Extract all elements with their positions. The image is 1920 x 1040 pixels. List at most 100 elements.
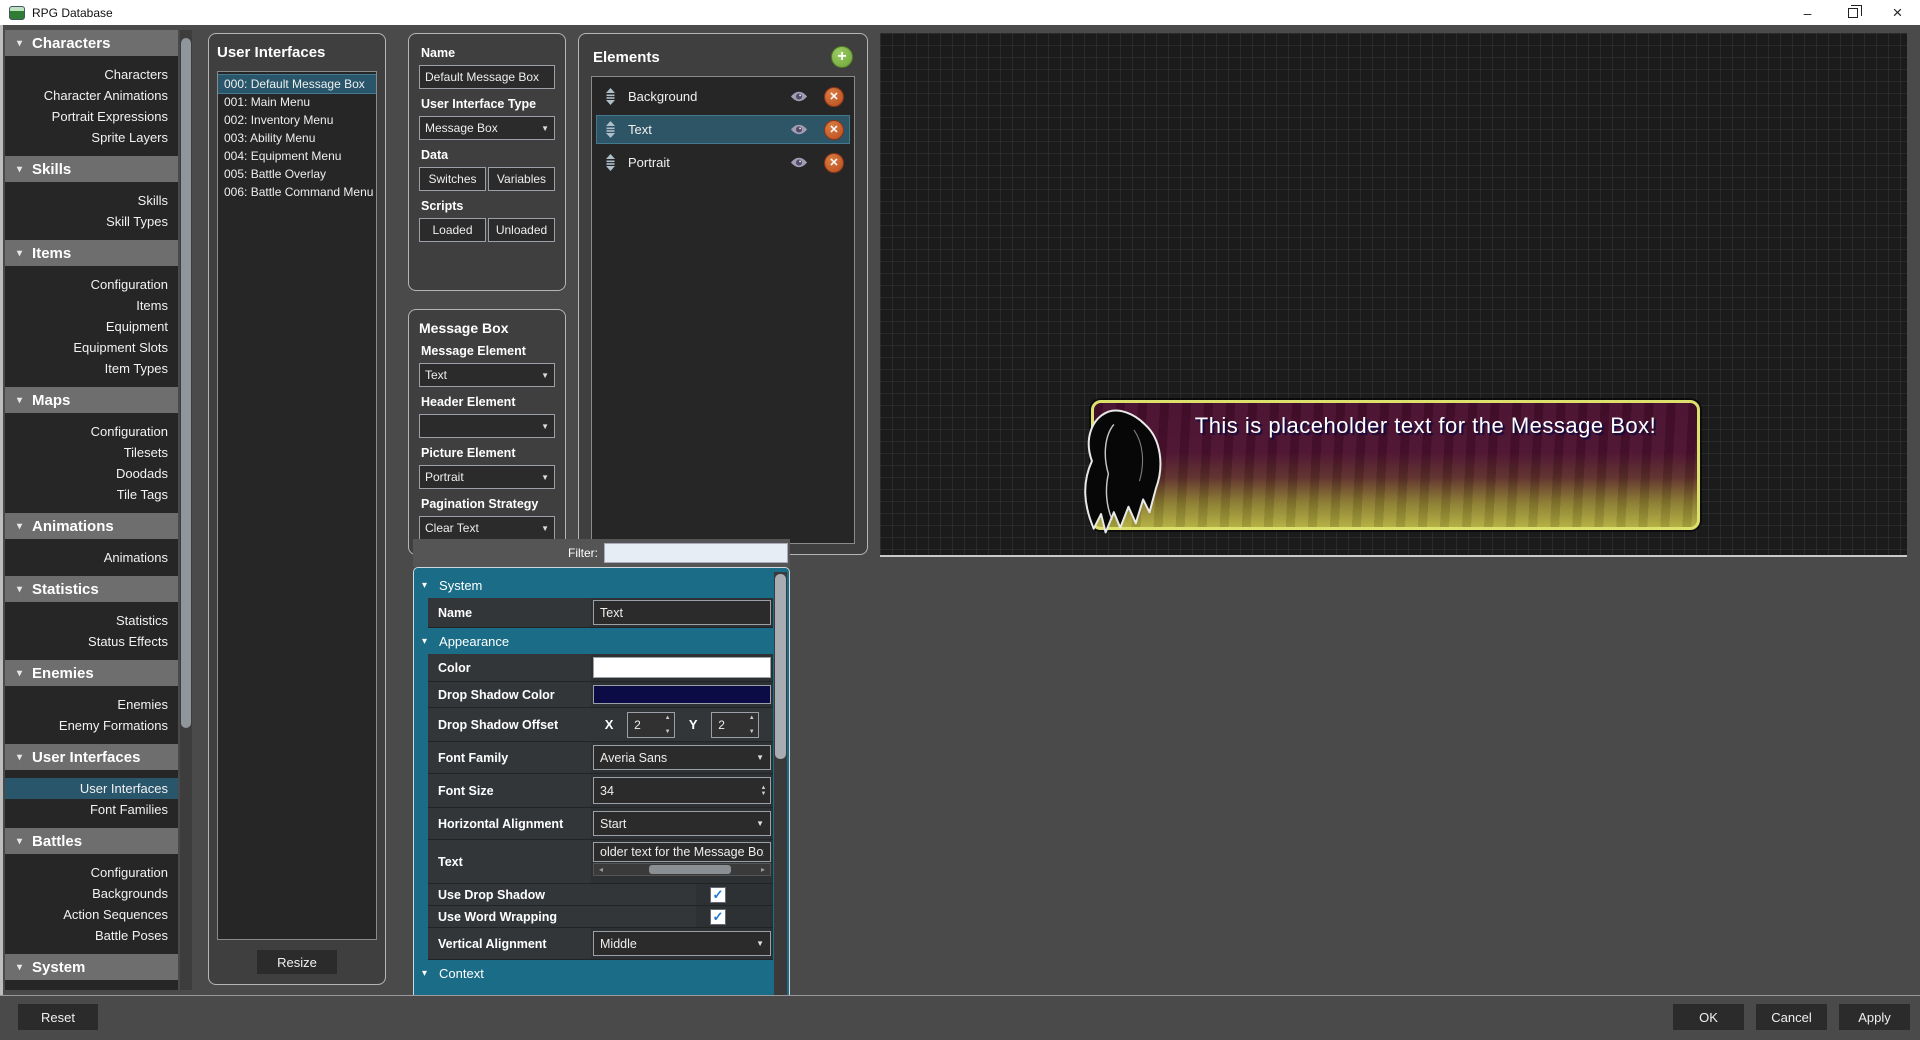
- delete-element-button[interactable]: ✕: [824, 87, 844, 107]
- sidebar-item-skill-types[interactable]: Skill Types: [5, 211, 178, 232]
- text-horizontal-scrollbar[interactable]: ◂ ▸: [593, 863, 771, 876]
- sidebar-item-statistics[interactable]: Statistics: [5, 610, 178, 631]
- drop-shadow-color-swatch[interactable]: [593, 685, 771, 704]
- element-row-portrait[interactable]: Portrait ✕: [597, 149, 849, 176]
- picture-element-dropdown[interactable]: Portrait ▼: [419, 465, 555, 489]
- sidebar-item-tilesets[interactable]: Tilesets: [5, 442, 178, 463]
- offset-y-stepper[interactable]: 2 ▲▼: [711, 712, 759, 738]
- sidebar-item-backgrounds[interactable]: Backgrounds: [5, 883, 178, 904]
- ui-list-item-001[interactable]: 001: Main Menu: [218, 93, 376, 111]
- offset-x-stepper[interactable]: 2 ▲▼: [627, 712, 675, 738]
- sidebar-section-user-interfaces[interactable]: ▾ User Interfaces: [5, 744, 178, 770]
- sidebar-section-maps[interactable]: ▾ Maps: [5, 387, 178, 413]
- header-element-dropdown[interactable]: ▼: [419, 414, 555, 438]
- scroll-left-icon[interactable]: ◂: [594, 865, 608, 874]
- sidebar-item-enemies[interactable]: Enemies: [5, 694, 178, 715]
- sidebar-section-battles[interactable]: ▾ Battles: [5, 828, 178, 854]
- scrollbar-thumb[interactable]: [181, 38, 191, 728]
- spin-up-icon[interactable]: ▲: [749, 715, 755, 721]
- minimize-button[interactable]: –: [1785, 0, 1830, 25]
- ui-list-item-003[interactable]: 003: Ability Menu: [218, 129, 376, 147]
- loaded-button[interactable]: Loaded: [419, 218, 486, 242]
- preview-canvas[interactable]: This is placeholder text for the Message…: [880, 33, 1907, 557]
- pagination-strategy-dropdown[interactable]: Clear Text ▼: [419, 516, 555, 540]
- sidebar-section-skills[interactable]: ▾ Skills: [5, 156, 178, 182]
- sidebar-item-maps-configuration[interactable]: Configuration: [5, 421, 178, 442]
- section-header-context[interactable]: ▾ Context: [414, 960, 773, 986]
- delete-element-button[interactable]: ✕: [824, 153, 844, 173]
- switches-button[interactable]: Switches: [419, 167, 486, 191]
- ui-type-dropdown[interactable]: Message Box ▼: [419, 116, 555, 140]
- variables-button[interactable]: Variables: [488, 167, 555, 191]
- sidebar-item-user-interfaces[interactable]: User Interfaces: [5, 778, 178, 799]
- vertical-alignment-dropdown[interactable]: Middle ▼: [593, 931, 771, 956]
- sidebar-scrollbar[interactable]: [180, 30, 192, 990]
- ui-list-item-006[interactable]: 006: Battle Command Menu: [218, 183, 376, 201]
- name-input[interactable]: [419, 65, 555, 89]
- spin-up-icon[interactable]: ▲: [665, 715, 671, 721]
- font-family-dropdown[interactable]: Averia Sans ▼: [593, 745, 771, 770]
- scroll-right-icon[interactable]: ▸: [756, 865, 770, 874]
- scrollbar-thumb[interactable]: [775, 574, 786, 759]
- sidebar-item-portrait-expressions[interactable]: Portrait Expressions: [5, 106, 178, 127]
- message-element-dropdown[interactable]: Text ▼: [419, 363, 555, 387]
- name-property-input[interactable]: [593, 600, 771, 625]
- spin-down-icon[interactable]: ▼: [665, 729, 671, 735]
- property-grid-scrollbar[interactable]: ▼: [774, 572, 787, 1007]
- sidebar-item-battles-configuration[interactable]: Configuration: [5, 862, 178, 883]
- spin-down-icon[interactable]: ▼: [761, 791, 767, 797]
- text-property-input[interactable]: [593, 842, 771, 862]
- use-word-wrapping-checkbox[interactable]: ✓: [710, 909, 726, 925]
- visibility-eye-icon[interactable]: [790, 91, 808, 102]
- sidebar-item-enemy-formations[interactable]: Enemy Formations: [5, 715, 178, 736]
- sidebar-item-animations[interactable]: Animations: [5, 547, 178, 568]
- sidebar-item-doodads[interactable]: Doodads: [5, 463, 178, 484]
- sidebar-item-sprite-layers[interactable]: Sprite Layers: [5, 127, 178, 148]
- section-header-system[interactable]: ▾ System: [414, 572, 773, 598]
- sidebar-item-character-animations[interactable]: Character Animations: [5, 85, 178, 106]
- sidebar-item-equipment-slots[interactable]: Equipment Slots: [5, 337, 178, 358]
- reset-button[interactable]: Reset: [18, 1004, 98, 1030]
- ui-list-item-000[interactable]: 000: Default Message Box: [218, 75, 376, 93]
- ok-button[interactable]: OK: [1673, 1004, 1744, 1030]
- ui-list-item-005[interactable]: 005: Battle Overlay: [218, 165, 376, 183]
- close-button[interactable]: ×: [1875, 0, 1920, 25]
- element-row-text[interactable]: Text ✕: [597, 116, 849, 143]
- sidebar-item-battle-poses[interactable]: Battle Poses: [5, 925, 178, 946]
- sidebar-item-tile-tags[interactable]: Tile Tags: [5, 484, 178, 505]
- sidebar-item-font-families[interactable]: Font Families: [5, 799, 178, 820]
- add-element-button[interactable]: +: [831, 46, 853, 68]
- sidebar-section-characters[interactable]: ▾ Characters: [5, 30, 178, 56]
- sidebar-item-status-effects[interactable]: Status Effects: [5, 631, 178, 652]
- scrollbar-thumb[interactable]: [649, 865, 730, 874]
- use-drop-shadow-checkbox[interactable]: ✓: [710, 887, 726, 903]
- ui-list-item-004[interactable]: 004: Equipment Menu: [218, 147, 376, 165]
- drag-handle-icon[interactable]: [605, 154, 616, 171]
- sidebar-item-equipment[interactable]: Equipment: [5, 316, 178, 337]
- sidebar-section-animations[interactable]: ▾ Animations: [5, 513, 178, 539]
- drag-handle-icon[interactable]: [605, 121, 616, 138]
- ui-list-item-002[interactable]: 002: Inventory Menu: [218, 111, 376, 129]
- resize-button[interactable]: Resize: [257, 950, 337, 974]
- section-header-appearance[interactable]: ▾ Appearance: [414, 628, 773, 654]
- sidebar-item-items[interactable]: Items: [5, 295, 178, 316]
- sidebar-item-skills[interactable]: Skills: [5, 190, 178, 211]
- sidebar-item-action-sequences[interactable]: Action Sequences: [5, 904, 178, 925]
- element-row-background[interactable]: Background ✕: [597, 83, 849, 110]
- apply-button[interactable]: Apply: [1839, 1004, 1910, 1030]
- sidebar-section-statistics[interactable]: ▾ Statistics: [5, 576, 178, 602]
- sidebar-section-items[interactable]: ▾ Items: [5, 240, 178, 266]
- horizontal-alignment-dropdown[interactable]: Start ▼: [593, 811, 771, 836]
- visibility-eye-icon[interactable]: [790, 124, 808, 135]
- font-size-stepper[interactable]: 34 ▲▼: [593, 777, 771, 804]
- sidebar-item-characters[interactable]: Characters: [5, 64, 178, 85]
- delete-element-button[interactable]: ✕: [824, 120, 844, 140]
- sidebar-item-items-configuration[interactable]: Configuration: [5, 274, 178, 295]
- color-swatch[interactable]: [593, 657, 771, 678]
- drag-handle-icon[interactable]: [605, 88, 616, 105]
- sidebar-section-enemies[interactable]: ▾ Enemies: [5, 660, 178, 686]
- sidebar-section-system[interactable]: ▾ System: [5, 954, 178, 980]
- visibility-eye-icon[interactable]: [790, 157, 808, 168]
- restore-button[interactable]: [1830, 0, 1875, 25]
- cancel-button[interactable]: Cancel: [1756, 1004, 1827, 1030]
